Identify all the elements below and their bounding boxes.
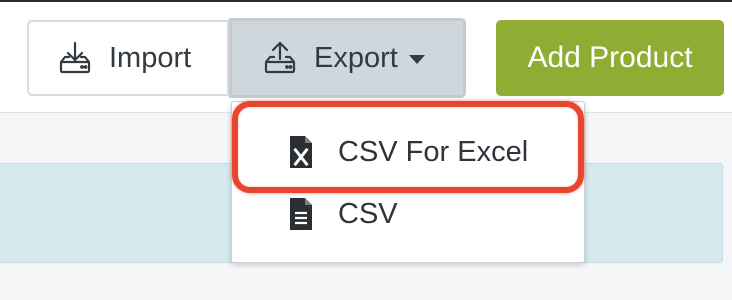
- download-tray-icon: [57, 40, 93, 76]
- caret-down-icon: [409, 55, 425, 64]
- add-product-button[interactable]: Add Product: [496, 20, 724, 96]
- excel-file-icon: [288, 135, 314, 169]
- export-label: Export: [314, 42, 398, 75]
- export-button[interactable]: Export: [229, 18, 466, 98]
- import-button[interactable]: Import: [27, 20, 229, 96]
- menu-item-csv[interactable]: CSV: [232, 184, 584, 244]
- upload-tray-icon: [262, 40, 298, 76]
- import-label: Import: [109, 42, 191, 75]
- menu-item-label: CSV: [338, 198, 398, 231]
- document-file-icon: [288, 197, 314, 231]
- menu-item-label: CSV For Excel: [338, 136, 528, 169]
- add-product-label: Add Product: [527, 41, 692, 75]
- menu-item-csv-for-excel[interactable]: CSV For Excel: [232, 122, 584, 182]
- export-dropdown-menu: CSV For Excel CSV: [231, 101, 585, 263]
